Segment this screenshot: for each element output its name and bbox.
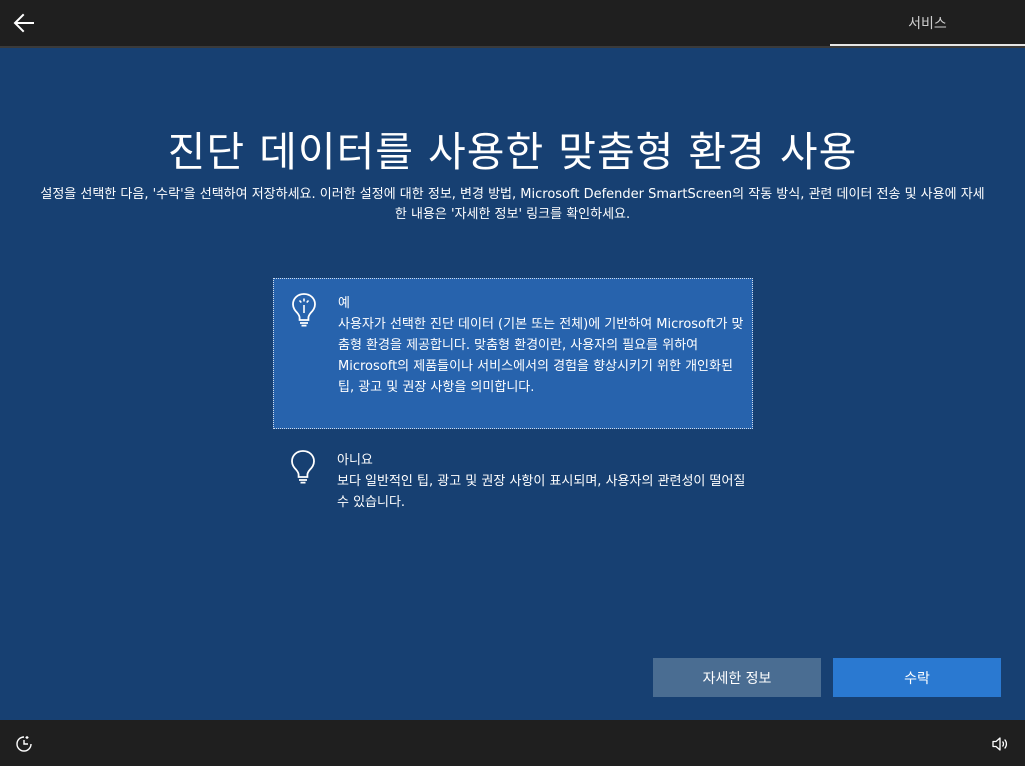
volume-icon[interactable] [991,735,1009,753]
option-yes-text: 예 사용자가 선택한 진단 데이터 (기본 또는 전체)에 기반하여 Micro… [338,293,748,398]
lightbulb-off-icon [291,450,315,484]
section-tab-label: 서비스 [908,16,947,32]
bottom-bar [0,720,1025,766]
option-no[interactable]: 아니요 보다 일반적인 팁, 광고 및 권장 사항이 표시되며, 사용자의 관련… [273,436,753,516]
main-panel: 진단 데이터를 사용한 맞춤형 환경 사용 설정을 선택한 다음, '수락'을 … [0,46,1025,720]
option-yes[interactable]: 예 사용자가 선택한 진단 데이터 (기본 또는 전체)에 기반하여 Micro… [273,278,753,429]
lightbulb-on-icon [292,293,316,327]
more-info-button[interactable]: 자세한 정보 [653,658,821,697]
page-description: 설정을 선택한 다음, '수락'을 선택하여 저장하세요. 이러한 설정에 대한… [40,187,985,222]
option-description: 보다 일반적인 팁, 광고 및 권장 사항이 표시되며, 사용자의 관련성이 떨… [337,474,746,510]
top-bar: 서비스 [0,0,1025,46]
accept-button[interactable]: 수락 [833,658,1001,697]
page-title: 진단 데이터를 사용한 맞춤형 환경 사용 [167,128,858,176]
arrow-left-icon [13,13,34,33]
option-title: 예 [338,296,350,311]
section-tab-services: 서비스 [830,0,1025,46]
ease-of-access-icon[interactable] [14,734,34,754]
option-title: 아니요 [337,453,373,468]
option-description: 사용자가 선택한 진단 데이터 (기본 또는 전체)에 기반하여 Microso… [338,317,744,395]
back-button[interactable] [9,8,39,38]
option-no-text: 아니요 보다 일반적인 팁, 광고 및 권장 사항이 표시되며, 사용자의 관련… [337,450,747,513]
